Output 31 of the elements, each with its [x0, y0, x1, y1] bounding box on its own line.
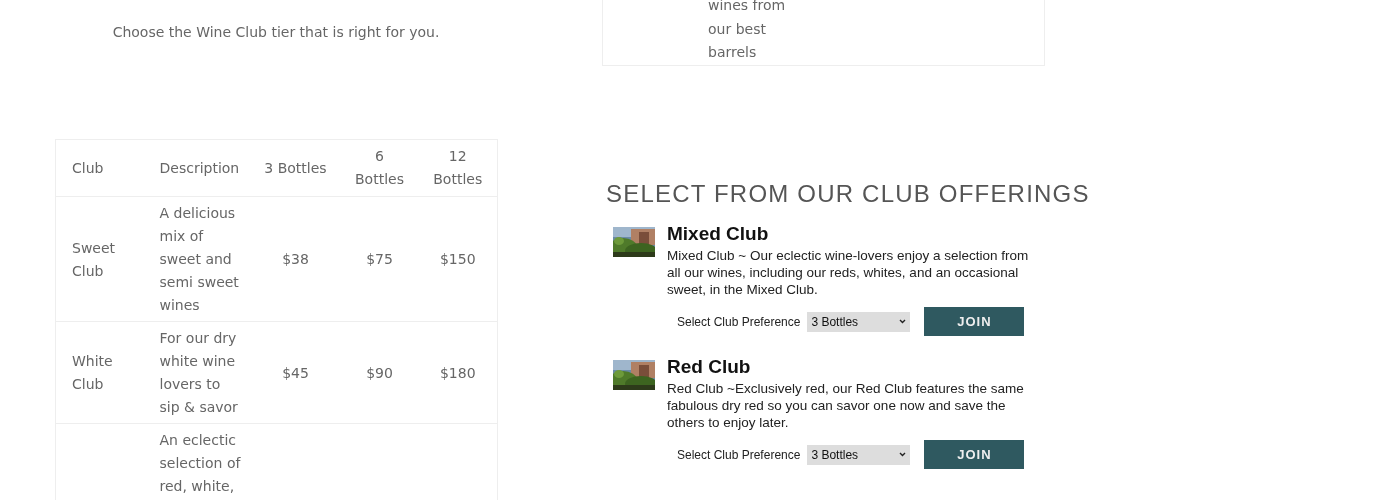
intro-text: Choose the Wine Club tier that is right for you.	[111, 23, 441, 42]
preference-select[interactable]: 3 Bottles	[807, 444, 911, 465]
table-cell: $90	[366, 364, 393, 381]
table-cell: $180	[439, 364, 476, 381]
table-cell: $45	[282, 364, 309, 381]
table-cell: For our dry white wine lovers to sip & savor	[159, 330, 238, 415]
preference-label: Select Club Preference	[677, 447, 801, 462]
section-heading: SELECT FROM OUR CLUB OFFERINGS	[606, 179, 1090, 209]
caret-icon	[899, 452, 907, 457]
column-header: 6 Bottles	[355, 148, 404, 187]
table-cell: A delicious mix of sweet and semi sweet wines	[159, 205, 239, 313]
join-button[interactable]: JOIN	[924, 440, 1025, 469]
table-cell: An eclectic selection of red, white,	[159, 432, 241, 494]
table-cell: White Club	[72, 353, 113, 392]
club-title: Red Club	[667, 356, 752, 378]
column-header: Description	[159, 159, 240, 176]
club-description: Red Club ~Exclusively red, our Red Club features the same fabulous dry red so you can savor one now and save the others to enjoy later.	[667, 380, 1025, 431]
column-header: Club	[72, 159, 104, 176]
join-button[interactable]: JOIN	[924, 307, 1025, 336]
table-cell: $150	[439, 251, 476, 267]
card-text: wines from our best barrels	[708, 0, 787, 62]
column-header: 12 Bottles	[433, 148, 483, 187]
caret-icon	[899, 319, 907, 324]
table-cell: $75	[366, 251, 393, 267]
table-cell: $38	[282, 251, 309, 267]
club-title: Mixed Club	[667, 223, 770, 245]
preference-select[interactable]: 3 Bottles	[807, 311, 911, 332]
club-description: Mixed Club ~ Our eclectic wine-lovers enjoy a selection from all our wines, including our reds, whites, and an occasional sweet, in the Mixed Club.	[667, 247, 1029, 298]
column-header: 3 Bottles	[264, 159, 327, 176]
table-cell: Sweet Club	[72, 239, 116, 279]
preference-label: Select Club Preference	[677, 314, 801, 329]
